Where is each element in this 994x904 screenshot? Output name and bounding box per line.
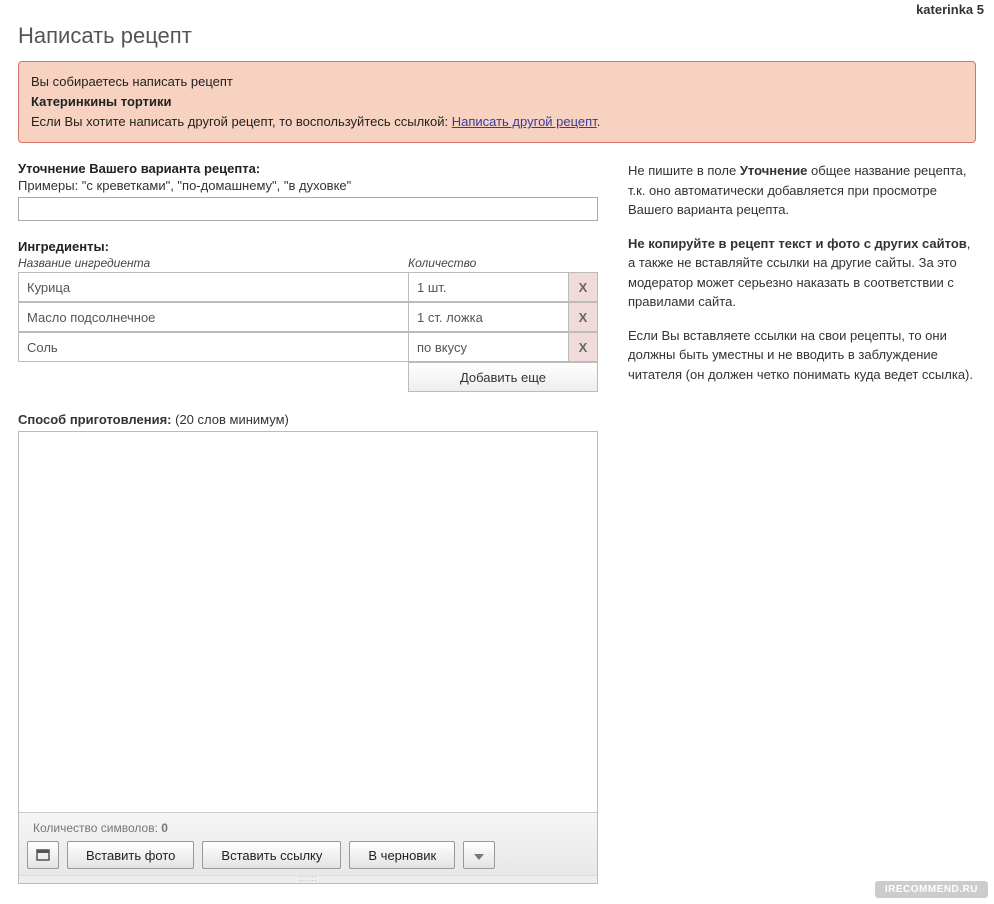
resize-handle[interactable]: :::::: (19, 875, 597, 883)
fullscreen-button[interactable] (27, 841, 59, 869)
tip-3: Если Вы вставляете ссылки на свои рецепт… (628, 326, 976, 385)
method-textarea[interactable] (19, 432, 597, 812)
editor-toolbar: Количество символов: 0 Вставить фото Вст… (19, 812, 597, 875)
ingredient-name-input[interactable] (18, 272, 408, 302)
ingredient-row: X (18, 302, 598, 332)
ingredient-row: X (18, 272, 598, 302)
variant-input[interactable] (18, 197, 598, 221)
delete-ingredient-button[interactable]: X (568, 302, 598, 332)
write-another-link[interactable]: Написать другой рецепт (452, 114, 597, 129)
ingredient-row: X (18, 332, 598, 362)
username[interactable]: katerinka 5 (916, 2, 984, 17)
editor: Количество символов: 0 Вставить фото Вст… (18, 431, 598, 884)
add-ingredient-button[interactable]: Добавить еще (408, 362, 598, 392)
insert-photo-button[interactable]: Вставить фото (67, 841, 194, 869)
ingredients-section: Ингредиенты: Название ингредиента Количе… (18, 239, 598, 392)
notice-line2-post: . (597, 114, 601, 129)
delete-ingredient-button[interactable]: X (568, 332, 598, 362)
col-qty-header: Количество (408, 256, 476, 270)
watermark: IRECOMMEND.RU (875, 881, 988, 898)
fullscreen-icon (36, 849, 50, 861)
char-label: Количество символов: (33, 821, 161, 835)
tip-2: Не копируйте в рецепт текст и фото с дру… (628, 234, 976, 312)
delete-ingredient-button[interactable]: X (568, 272, 598, 302)
char-counter: Количество символов: 0 (27, 819, 589, 841)
ingredient-qty-input[interactable] (408, 332, 568, 362)
save-draft-button[interactable]: В черновик (349, 841, 455, 869)
method-section: Способ приготовления: (20 слов минимум) … (18, 412, 598, 884)
notice-box: Вы собираетесь написать рецепт Катеринки… (18, 61, 976, 143)
ingredient-qty-input[interactable] (408, 272, 568, 302)
variant-label: Уточнение Вашего варианта рецепта: (18, 161, 598, 176)
method-note: (20 слов минимум) (175, 412, 289, 427)
notice-line2-pre: Если Вы хотите написать другой рецепт, т… (31, 114, 452, 129)
tip-1: Не пишите в поле Уточнение общее названи… (628, 161, 976, 220)
ingredient-qty-input[interactable] (408, 302, 568, 332)
ingredients-label: Ингредиенты: (18, 239, 598, 254)
tips-sidebar: Не пишите в поле Уточнение общее названи… (628, 161, 976, 884)
chevron-down-icon (474, 854, 484, 860)
draft-dropdown-button[interactable] (463, 841, 495, 869)
notice-line1: Вы собираетесь написать рецепт (31, 72, 963, 92)
col-name-header: Название ингредиента (18, 256, 408, 270)
user-bar: katerinka 5 (0, 0, 994, 19)
notice-line2: Если Вы хотите написать другой рецепт, т… (31, 112, 963, 132)
notice-recipe-name: Катеринкины тортики (31, 94, 172, 109)
char-count: 0 (161, 821, 168, 835)
variant-section: Уточнение Вашего варианта рецепта: Приме… (18, 161, 598, 221)
method-label: Способ приготовления: (18, 412, 172, 427)
page-title: Написать рецепт (18, 23, 976, 49)
insert-link-button[interactable]: Вставить ссылку (202, 841, 341, 869)
variant-hint: Примеры: "с креветками", "по-домашнему",… (18, 178, 598, 193)
ingredient-name-input[interactable] (18, 332, 408, 362)
ingredient-name-input[interactable] (18, 302, 408, 332)
